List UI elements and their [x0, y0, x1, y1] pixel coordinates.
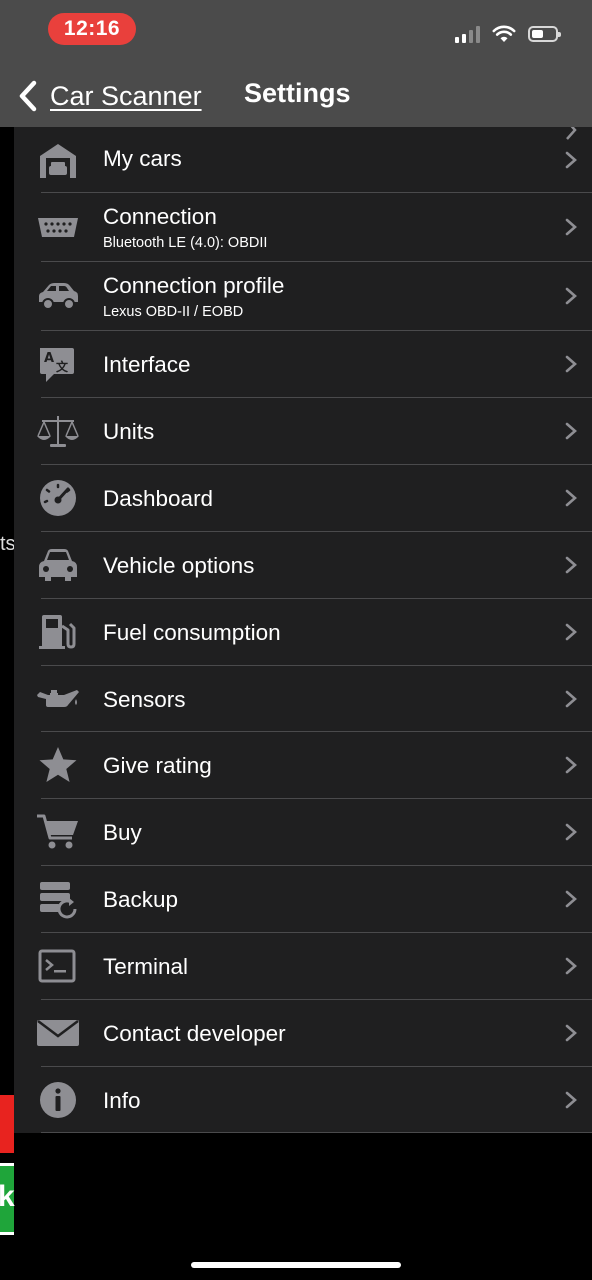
settings-item-fuel-consumption[interactable]: Fuel consumption	[14, 599, 592, 665]
chevron-right-icon	[565, 756, 577, 774]
chevron-right-icon	[565, 823, 577, 841]
chevron-right-icon	[565, 890, 577, 908]
svg-text:文: 文	[56, 359, 69, 374]
item-title: Info	[103, 1088, 141, 1113]
chevron-right-icon	[565, 355, 577, 373]
settings-item-give-rating[interactable]: Give rating	[14, 732, 592, 798]
navigation-header: 12:16 Car Scanner Settings	[0, 0, 592, 127]
item-title: Connection profile	[103, 273, 285, 298]
item-title: Vehicle options	[103, 553, 255, 578]
envelope-icon	[36, 1013, 80, 1053]
chevron-right-icon	[565, 1024, 577, 1042]
chevron-right-icon	[565, 422, 577, 440]
obd-connector-icon	[36, 207, 80, 247]
badge-letter: k	[0, 1180, 15, 1213]
scales-icon	[36, 411, 80, 451]
settings-item-connection[interactable]: Connection Bluetooth LE (4.0): OBDII	[14, 193, 592, 261]
background-red-badge	[0, 1095, 14, 1153]
item-title: Give rating	[103, 753, 212, 778]
cellular-signal-icon	[455, 25, 480, 43]
settings-item-info[interactable]: Info	[14, 1067, 592, 1133]
settings-item-units[interactable]: Units	[14, 398, 592, 464]
chevron-right-icon	[565, 151, 577, 169]
back-label: Car Scanner	[50, 80, 202, 111]
item-title: Backup	[103, 887, 179, 912]
item-title: Dashboard	[103, 486, 214, 511]
wifi-icon	[492, 25, 516, 42]
item-subtitle: Bluetooth LE (4.0): OBDII	[103, 235, 268, 251]
chevron-left-icon	[19, 80, 37, 112]
separator	[41, 1132, 592, 1133]
settings-item-my-cars[interactable]: My cars	[14, 127, 592, 193]
garage-icon	[36, 140, 80, 180]
home-indicator[interactable]	[191, 1262, 401, 1268]
page-title: Settings	[244, 78, 351, 108]
item-title: Sensors	[103, 687, 186, 712]
item-title: Interface	[103, 352, 191, 377]
oil-can-icon	[36, 679, 80, 719]
settings-item-dashboard[interactable]: Dashboard	[14, 465, 592, 531]
gauge-icon	[36, 478, 80, 518]
item-subtitle: Lexus OBD-II / EOBD	[103, 304, 244, 320]
settings-item-contact-developer[interactable]: Contact developer	[14, 1000, 592, 1066]
battery-icon	[528, 26, 561, 42]
status-icons	[455, 22, 561, 46]
item-title: Units	[103, 419, 155, 444]
svg-text:A: A	[44, 351, 54, 366]
item-title: Fuel consumption	[103, 620, 281, 645]
chevron-right-icon	[565, 489, 577, 507]
cart-icon	[36, 812, 80, 852]
chevron-right-icon	[565, 623, 577, 641]
settings-item-terminal[interactable]: Terminal	[14, 933, 592, 999]
translate-icon: A文	[36, 344, 80, 384]
star-icon	[36, 745, 80, 785]
car-front-icon	[36, 545, 80, 585]
chevron-right-icon	[565, 218, 577, 236]
item-title: My cars	[103, 146, 182, 171]
settings-item-interface[interactable]: A文 Interface	[14, 331, 592, 397]
fuel-pump-icon	[36, 612, 80, 652]
settings-item-connection-profile[interactable]: Connection profile Lexus OBD-II / EOBD	[14, 262, 592, 330]
settings-item-vehicle-options[interactable]: Vehicle options	[14, 532, 592, 598]
chevron-right-icon	[565, 1091, 577, 1109]
car-side-icon	[36, 276, 80, 316]
backup-icon	[36, 879, 80, 919]
terminal-icon	[36, 946, 80, 986]
settings-item-buy[interactable]: Buy	[14, 799, 592, 865]
background-green-badge: k	[0, 1163, 15, 1235]
chevron-right-icon	[565, 957, 577, 975]
item-title: Terminal	[103, 954, 189, 979]
item-title: Connection	[103, 204, 217, 229]
chevron-right-icon	[565, 287, 577, 305]
settings-item-sensors[interactable]: Sensors	[14, 666, 592, 732]
info-icon	[36, 1080, 80, 1120]
status-time: 12:16	[48, 13, 136, 45]
item-title: Contact developer	[103, 1021, 286, 1046]
chevron-right-icon	[565, 690, 577, 708]
back-button[interactable]: Car Scanner	[16, 76, 202, 116]
settings-list: My cars Connection Bluetooth LE (4.0): O…	[14, 127, 592, 1133]
settings-item-backup[interactable]: Backup	[14, 866, 592, 932]
item-title: Buy	[103, 820, 142, 845]
chevron-right-icon	[565, 556, 577, 574]
